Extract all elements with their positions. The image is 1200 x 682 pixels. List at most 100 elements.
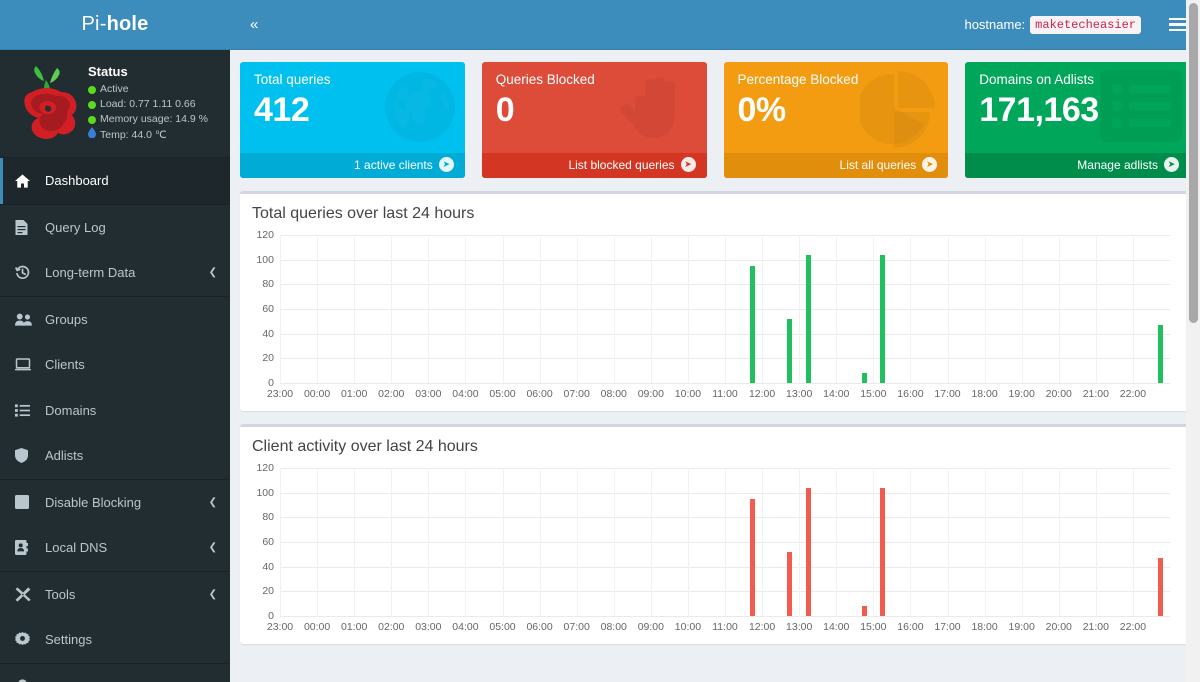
stat-card-footer-link[interactable]: 1 active clients➤ (240, 153, 465, 178)
sidebar-item-dashboard[interactable]: Dashboard (0, 158, 230, 204)
chart-x-tick-label: 02:00 (378, 621, 404, 633)
chart-bar[interactable] (806, 488, 811, 616)
chart-x-tick-label: 09:00 (638, 388, 664, 400)
page-scrollbar[interactable] (1186, 0, 1200, 682)
chart-vertical-gridline (317, 235, 318, 383)
main-area: « hostname: maketecheasier Total queries… (230, 0, 1200, 682)
stat-card-domains-on-adlists[interactable]: Domains on Adlists171,163Manage adlists➤ (965, 62, 1190, 178)
stat-card-value: 0% (738, 87, 939, 133)
chart-x-axis: 23:0000:0001:0002:0003:0004:0005:0006:00… (280, 383, 1170, 403)
sidebar-item-label: Settings (45, 632, 225, 647)
chart-y-tick-label: 120 (256, 462, 274, 474)
chart-vertical-gridline (1022, 468, 1023, 616)
stat-card-body: Domains on Adlists171,163 (965, 62, 1190, 153)
chart-bar[interactable] (880, 255, 885, 383)
sidebar-item-label: Dashboard (45, 173, 225, 188)
chart-vertical-gridline (762, 235, 763, 383)
chart-vertical-gridline (577, 235, 578, 383)
chart-vertical-gridline (725, 468, 726, 616)
sidebar-item-settings[interactable]: Settings (0, 617, 230, 663)
chart-vertical-gridline (1096, 235, 1097, 383)
chart-bar[interactable] (1158, 558, 1163, 616)
chart-vertical-gridline (948, 468, 949, 616)
sidebar-item-donate[interactable]: $Donate (0, 664, 230, 682)
laptop-icon (15, 358, 35, 371)
chart-vertical-gridline (762, 468, 763, 616)
stat-card-queries-blocked[interactable]: Queries Blocked0List blocked queries➤ (482, 62, 707, 178)
chart-x-tick-label: 01:00 (341, 388, 367, 400)
green-dot-icon (88, 86, 96, 94)
chart-bar[interactable] (750, 266, 755, 383)
home-icon (15, 174, 35, 188)
sidebar-item-query-log[interactable]: Query Log (0, 205, 230, 251)
chart-y-tick-label: 80 (262, 278, 274, 290)
chart-x-tick-label: 11:00 (712, 388, 738, 400)
chart-x-tick-label: 04:00 (452, 388, 478, 400)
chart-x-tick-label: 00:00 (304, 621, 330, 633)
chart-x-tick-label: 07:00 (564, 388, 590, 400)
chart-x-tick-label: 23:00 (267, 388, 293, 400)
chart-vertical-gridline (836, 235, 837, 383)
sidebar-group: Groups ClientsDomainsAdlists (0, 297, 230, 480)
chart-y-tick-label: 40 (262, 561, 274, 573)
chart-vertical-gridline (985, 235, 986, 383)
chart-vertical-gridline (391, 235, 392, 383)
chart-vertical-gridline (540, 235, 541, 383)
chart-vertical-gridline (428, 235, 429, 383)
sidebar-item-clients[interactable]: Clients (0, 342, 230, 388)
chart-y-tick-label: 20 (262, 352, 274, 364)
chart-vertical-gridline (391, 468, 392, 616)
chart-bar[interactable] (862, 606, 867, 616)
stat-card-footer-link[interactable]: List blocked queries➤ (482, 153, 707, 178)
chart-y-tick-label: 60 (262, 536, 274, 548)
stat-card-percentage-blocked[interactable]: Percentage Blocked0%List all queries➤ (724, 62, 949, 178)
stat-card-footer-link[interactable]: Manage adlists➤ (965, 153, 1190, 178)
sidebar-nav: Dashboard Query LogLong-term Data❮ Groups C… (0, 158, 230, 682)
client-activity-bar-chart[interactable]: 02040608010012023:0000:0001:0002:0003:00… (250, 468, 1180, 636)
chevron-left-icon: ❮ (209, 589, 225, 600)
chart-x-tick-label: 19:00 (1009, 388, 1035, 400)
chart-bar[interactable] (806, 255, 811, 383)
chart-vertical-gridline (503, 235, 504, 383)
stat-card-footer-link[interactable]: List all queries➤ (724, 153, 949, 178)
chart-plot-area: 020406080100120 (280, 468, 1170, 616)
sidebar-item-tools[interactable]: Tools❮ (0, 572, 230, 618)
hostname-value: maketecheasier (1030, 16, 1141, 34)
status-row: Load: 0.77 1.11 0.66 (88, 97, 220, 112)
chart-vertical-gridline (985, 468, 986, 616)
chart-vertical-gridline (503, 468, 504, 616)
brand-logo[interactable]: Pi-hole (0, 0, 230, 50)
chart-x-tick-label: 04:00 (452, 621, 478, 633)
chart-x-tick-label: 13:00 (786, 621, 812, 633)
chart-x-tick-label: 23:00 (267, 621, 293, 633)
chart-vertical-gridline (688, 468, 689, 616)
sidebar-item-label: Groups (45, 312, 225, 327)
gear-icon (15, 632, 35, 647)
chart-vertical-gridline (428, 468, 429, 616)
chart-bar[interactable] (787, 552, 792, 616)
sidebar-collapse-button[interactable]: « (242, 10, 266, 39)
sidebar-item-groups[interactable]: Groups (0, 297, 230, 343)
sidebar-item-disable-blocking[interactable]: Disable Blocking❮ (0, 480, 230, 526)
chart-bar[interactable] (1158, 325, 1163, 383)
stat-card-total-queries[interactable]: Total queries4121 active clients➤ (240, 62, 465, 178)
chart-bar[interactable] (750, 499, 755, 616)
chart-bar[interactable] (880, 488, 885, 616)
chart-vertical-gridline (354, 235, 355, 383)
chart-x-tick-label: 13:00 (786, 388, 812, 400)
chart-x-tick-label: 02:00 (378, 388, 404, 400)
page-scrollbar-thumb[interactable] (1189, 3, 1198, 323)
chart-vertical-gridline (836, 468, 837, 616)
total-queries-bar-chart[interactable]: 02040608010012023:0000:0001:0002:0003:00… (250, 235, 1180, 403)
chart-vertical-gridline (354, 468, 355, 616)
raspberry-pi-logo-icon (16, 62, 82, 142)
chart-bar[interactable] (787, 319, 792, 383)
sidebar-item-long-term-data[interactable]: Long-term Data❮ (0, 250, 230, 296)
chart-x-tick-label: 08:00 (601, 621, 627, 633)
sidebar-item-domains[interactable]: Domains (0, 388, 230, 434)
sidebar-item-local-dns[interactable]: Local DNS❮ (0, 525, 230, 571)
arrow-circle-right-icon: ➤ (681, 157, 696, 172)
chart-bar[interactable] (862, 373, 867, 383)
chart-vertical-gridline (1133, 235, 1134, 383)
sidebar-item-adlists[interactable]: Adlists (0, 433, 230, 479)
